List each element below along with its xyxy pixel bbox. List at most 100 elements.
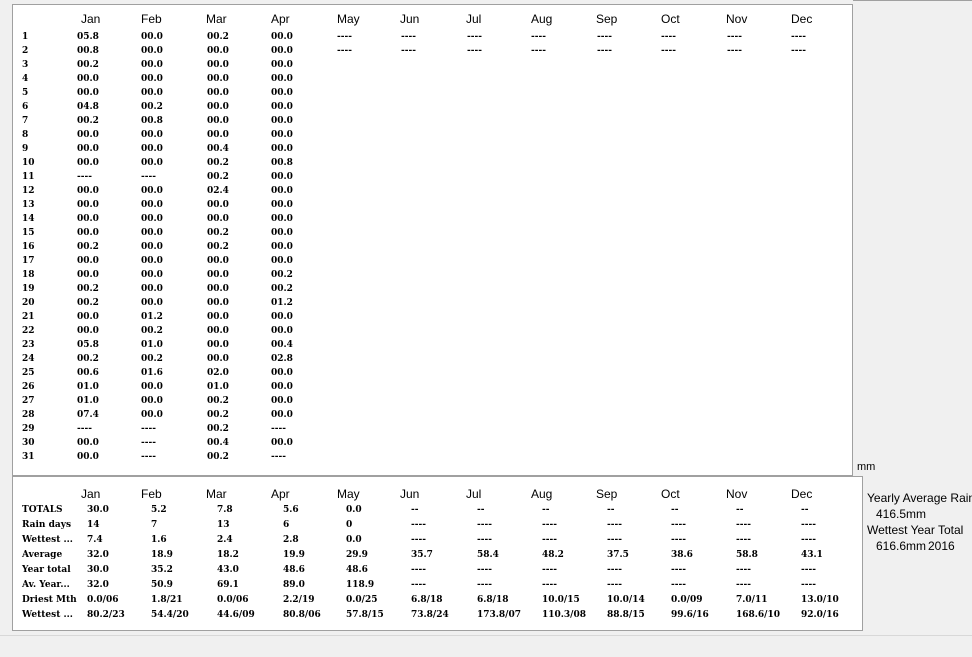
daily-cell: 01.2 (141, 312, 163, 322)
daily-cell: 00.4 (207, 438, 229, 448)
day-label-4: 4 (22, 74, 29, 84)
daily-cell: ---- (661, 46, 676, 56)
day-label-16: 16 (22, 242, 35, 252)
summary-cell: 43.1 (801, 550, 823, 560)
summary-cell: -- (477, 505, 485, 515)
summary-cell: ---- (801, 520, 816, 530)
summary-cell: 58.8 (736, 550, 758, 560)
daily-cell: 00.0 (207, 284, 229, 294)
daily-cell: 00.0 (271, 102, 293, 112)
day-label-22: 22 (22, 326, 35, 336)
yearly-average-value: 416.5mm (876, 507, 927, 521)
daily-cell: 00.0 (271, 172, 293, 182)
daily-cell: 00.0 (271, 396, 293, 406)
summary-row-label: Driest Mth (22, 595, 77, 605)
monthly-summary-panel: Jan Feb Mar Apr May Jun Jul Aug Sep Oct Nov Dec TOTA… (12, 476, 863, 631)
summary-cell: ---- (736, 580, 751, 590)
daily-cell: 00.0 (207, 340, 229, 350)
month-header-jan: Jan (81, 12, 101, 26)
summary-month-header-may: May (337, 487, 360, 501)
summary-cell: 0.0 (346, 535, 362, 545)
summary-cell: 0.0/25 (346, 595, 378, 605)
daily-cell: 00.0 (207, 312, 229, 322)
summary-cell: 73.8/24 (411, 610, 449, 620)
daily-cell: 00.0 (271, 242, 293, 252)
day-label-3: 3 (22, 60, 29, 70)
daily-cell: 00.2 (207, 158, 229, 168)
summary-cell: 0.0/06 (217, 595, 249, 605)
month-header-jun: Jun (400, 12, 420, 26)
daily-cell: ---- (531, 32, 546, 42)
daily-cell: 00.2 (207, 424, 229, 434)
daily-cell: ---- (141, 172, 156, 182)
daily-cell: 00.0 (271, 88, 293, 98)
daily-cell: 00.0 (207, 116, 229, 126)
daily-rainfall-panel: Jan Feb Mar Apr May Jun Jul Aug Sep Oct Nov Dec 1 05.… (12, 4, 853, 476)
daily-cell: 00.8 (271, 158, 293, 168)
month-header-nov: Nov (726, 12, 748, 26)
day-label-25: 25 (22, 368, 35, 378)
summary-month-header-aug: Aug (531, 487, 553, 501)
day-label-8: 8 (22, 130, 29, 140)
summary-cell: ---- (542, 535, 557, 545)
daily-cell: 00.0 (271, 186, 293, 196)
daily-cell: ---- (597, 46, 612, 56)
summary-row-label: Rain days (22, 520, 72, 530)
daily-cell: 00.0 (207, 298, 229, 308)
day-label-24: 24 (22, 354, 35, 364)
month-header-oct: Oct (661, 12, 680, 26)
summary-cell: ---- (542, 520, 557, 530)
daily-cell: ---- (727, 32, 742, 42)
daily-cell: 00.8 (77, 46, 99, 56)
daily-cell: 00.2 (77, 116, 99, 126)
summary-cell: 2.8 (283, 535, 299, 545)
daily-cell: ---- (337, 46, 352, 56)
daily-cell: 00.0 (271, 60, 293, 70)
daily-cell: 00.0 (271, 312, 293, 322)
day-label-12: 12 (22, 186, 35, 196)
summary-cell: -- (607, 505, 615, 515)
daily-cell: ---- (791, 32, 806, 42)
summary-month-header-apr: Apr (271, 487, 290, 501)
summary-cell: ---- (411, 580, 426, 590)
daily-cell: ---- (467, 32, 482, 42)
daily-cell: 00.0 (141, 60, 163, 70)
summary-cell: 1.6 (151, 535, 167, 545)
summary-cell: ---- (411, 520, 426, 530)
day-label-10: 10 (22, 158, 35, 168)
day-label-19: 19 (22, 284, 35, 294)
daily-cell: 00.4 (207, 144, 229, 154)
unit-label: mm (857, 461, 876, 473)
daily-cell: 00.4 (271, 340, 293, 350)
daily-cell: 00.0 (77, 270, 99, 280)
daily-cell: 00.0 (141, 228, 163, 238)
summary-cell: 32.0 (87, 550, 109, 560)
wettest-year: 2016 (928, 539, 955, 553)
summary-cell: 48.2 (542, 550, 564, 560)
daily-cell: 00.0 (77, 88, 99, 98)
daily-cell: 00.0 (207, 130, 229, 140)
summary-row-label: TOTALS (22, 505, 63, 515)
daily-cell: 00.0 (141, 410, 163, 420)
daily-cell: 00.0 (207, 214, 229, 224)
summary-cell: 30.0 (87, 505, 109, 515)
summary-cell: ---- (477, 535, 492, 545)
day-label-1: 1 (22, 32, 29, 42)
summary-cell: ---- (542, 580, 557, 590)
day-label-2: 2 (22, 46, 29, 56)
summary-month-header-nov: Nov (726, 487, 748, 501)
summary-cell: ---- (671, 580, 686, 590)
summary-month-header-mar: Mar (206, 487, 227, 501)
summary-cell: 168.6/10 (736, 610, 780, 620)
daily-cell: 00.0 (271, 200, 293, 210)
daily-cell: 00.0 (77, 186, 99, 196)
wettest-year-label: Wettest Year Total (867, 523, 964, 537)
summary-cell: 37.5 (607, 550, 629, 560)
daily-cell: 00.0 (77, 74, 99, 84)
month-header-feb: Feb (141, 12, 162, 26)
daily-cell: 00.2 (207, 172, 229, 182)
daily-cell: 00.0 (207, 270, 229, 280)
daily-cell: 02.8 (271, 354, 293, 364)
summary-month-header-oct: Oct (661, 487, 680, 501)
summary-row-label: Average (22, 550, 63, 560)
